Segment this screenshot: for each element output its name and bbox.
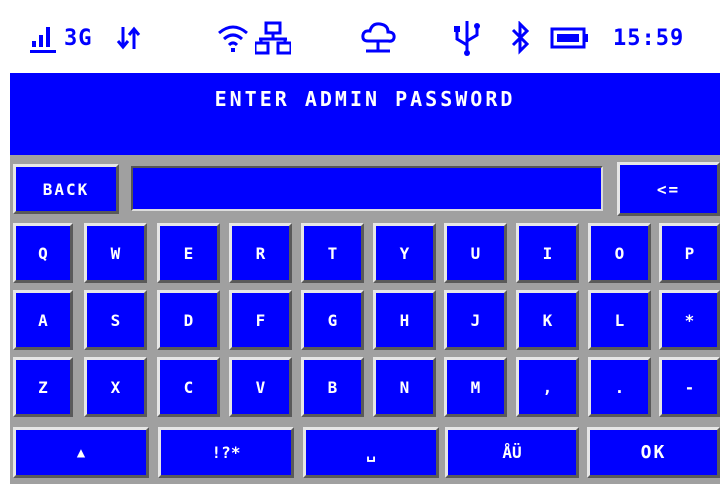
ok-button[interactable]: OK bbox=[587, 427, 720, 478]
page-title: ENTER ADMIN PASSWORD bbox=[214, 87, 516, 111]
wifi-icon bbox=[216, 18, 250, 58]
key-P[interactable]: P bbox=[659, 223, 720, 283]
key-N[interactable]: N bbox=[373, 357, 436, 417]
key-M[interactable]: M bbox=[444, 357, 507, 417]
signal-bars-icon bbox=[30, 18, 58, 58]
status-time: 15:59 bbox=[613, 25, 685, 51]
usb-icon bbox=[452, 18, 482, 58]
key-C[interactable]: C bbox=[157, 357, 220, 417]
key-period[interactable]: . bbox=[588, 357, 651, 417]
key-U[interactable]: U bbox=[444, 223, 507, 283]
key-V[interactable]: V bbox=[229, 357, 292, 417]
password-field[interactable] bbox=[131, 166, 603, 211]
title-bar: ENTER ADMIN PASSWORD bbox=[10, 73, 720, 155]
key-comma[interactable]: , bbox=[516, 357, 579, 417]
key-Y[interactable]: Y bbox=[373, 223, 436, 283]
key-S[interactable]: S bbox=[84, 290, 147, 350]
cloud-icon bbox=[360, 18, 398, 58]
key-I[interactable]: I bbox=[516, 223, 579, 283]
password-field-frame bbox=[121, 160, 613, 218]
key-H[interactable]: H bbox=[373, 290, 436, 350]
shift-button[interactable]: ▲ bbox=[13, 427, 149, 478]
status-bar: 3G 15:59 bbox=[0, 0, 720, 73]
network-type: 3G bbox=[64, 25, 93, 51]
data-arrows-icon bbox=[116, 18, 142, 58]
space-button[interactable]: ␣ bbox=[303, 427, 439, 478]
key-F[interactable]: F bbox=[229, 290, 292, 350]
symbols-button[interactable]: !?* bbox=[158, 427, 294, 478]
key-dash[interactable]: - bbox=[659, 357, 720, 417]
key-A[interactable]: A bbox=[13, 290, 73, 350]
backspace-button[interactable]: <= bbox=[617, 162, 720, 216]
key-asterisk[interactable]: * bbox=[659, 290, 720, 350]
key-K[interactable]: K bbox=[516, 290, 579, 350]
shift-icon: ▲ bbox=[76, 444, 86, 461]
network-icon bbox=[255, 18, 291, 58]
key-T[interactable]: T bbox=[301, 223, 364, 283]
key-E[interactable]: E bbox=[157, 223, 220, 283]
key-D[interactable]: D bbox=[157, 290, 220, 350]
key-B[interactable]: B bbox=[301, 357, 364, 417]
key-Z[interactable]: Z bbox=[13, 357, 73, 417]
battery-icon bbox=[550, 18, 590, 58]
key-R[interactable]: R bbox=[229, 223, 292, 283]
key-J[interactable]: J bbox=[444, 290, 507, 350]
key-Q[interactable]: Q bbox=[13, 223, 73, 283]
key-X[interactable]: X bbox=[84, 357, 147, 417]
bluetooth-icon bbox=[510, 18, 530, 58]
key-O[interactable]: O bbox=[588, 223, 651, 283]
key-L[interactable]: L bbox=[588, 290, 651, 350]
key-G[interactable]: G bbox=[301, 290, 364, 350]
key-W[interactable]: W bbox=[84, 223, 147, 283]
language-button[interactable]: ÅÜ bbox=[445, 427, 579, 478]
back-button[interactable]: BACK bbox=[13, 164, 119, 214]
